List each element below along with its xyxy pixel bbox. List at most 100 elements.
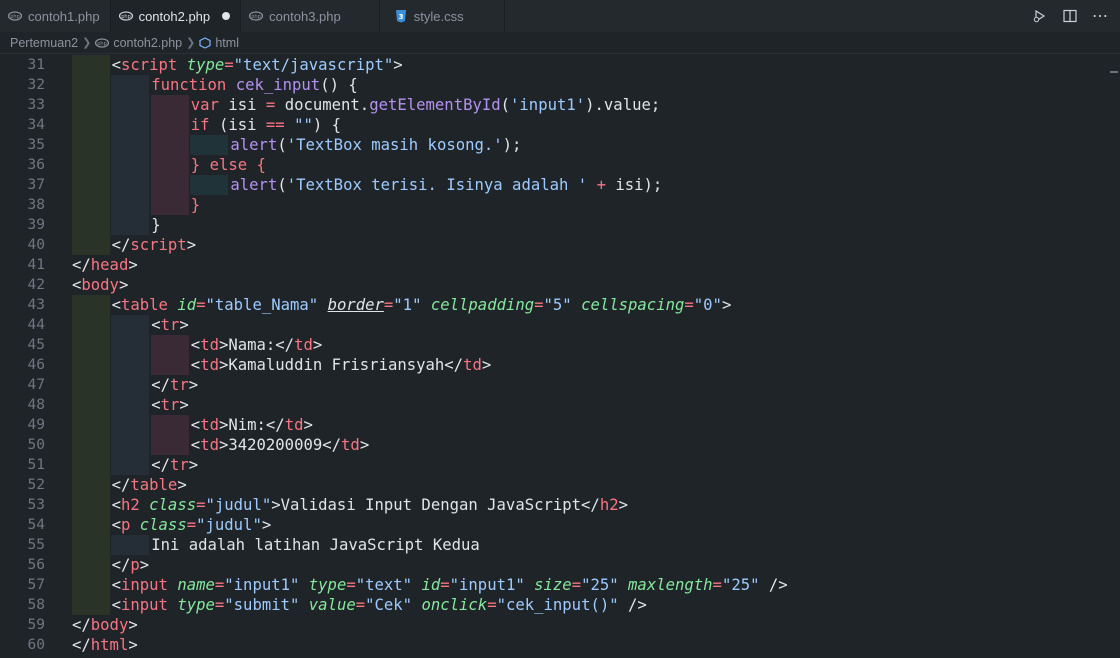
svg-text:php: php xyxy=(251,14,261,20)
tab-label: style.css xyxy=(413,8,464,24)
indent-guide xyxy=(111,395,149,415)
line-number: 52 xyxy=(27,477,45,493)
code-token: var xyxy=(190,96,219,114)
svg-text:php: php xyxy=(121,14,131,20)
code-line[interactable]: 58 <input type="submit" value="Cek" oncli… xyxy=(0,595,1110,615)
code-line[interactable]: 40 </script> xyxy=(0,235,1110,255)
code-line[interactable]: 54 <p class="judul"> xyxy=(0,515,1110,535)
code-token: "judul" xyxy=(205,496,272,514)
indent-guide xyxy=(72,315,110,335)
code-line[interactable]: 56 </p> xyxy=(0,555,1110,575)
code-text: <input type="submit" value="Cek" onclick… xyxy=(112,595,647,615)
code-token: ( xyxy=(277,136,287,154)
code-line[interactable]: 33 var isi = document.getElementById('inp… xyxy=(0,95,1110,115)
split-editor-icon[interactable] xyxy=(1062,8,1078,24)
breadcrumb-symbol[interactable]: html xyxy=(199,36,239,50)
code-line[interactable]: 47 </tr> xyxy=(0,375,1110,395)
code-token: td xyxy=(200,336,219,354)
code-line[interactable]: 38} xyxy=(0,195,1110,215)
code-line[interactable]: 44 <tr> xyxy=(0,315,1110,335)
code-token: = xyxy=(214,576,225,594)
code-token: tr xyxy=(160,396,180,414)
line-number: 59 xyxy=(27,617,45,633)
code-token: = xyxy=(487,596,497,614)
code-line[interactable]: 49 <td>Nim:</td> xyxy=(0,415,1110,435)
code-line[interactable]: 42 <body> xyxy=(0,275,1110,295)
code-text: function cek_input() { xyxy=(151,75,358,95)
code-text: <input name="input1" type="text" id="inp… xyxy=(112,575,788,595)
indent-guide xyxy=(111,215,149,235)
code-token: getElementById xyxy=(369,96,501,114)
indent-guide xyxy=(111,455,149,475)
code-text: </html> xyxy=(72,635,138,655)
modified-dot-icon[interactable] xyxy=(222,12,231,20)
code-token: td xyxy=(294,336,313,354)
code-token: table xyxy=(120,296,168,314)
code-token: = xyxy=(440,576,450,594)
breadcrumb-file[interactable]: php contoh2.php xyxy=(95,36,182,50)
code-line[interactable]: 60 </html> xyxy=(0,635,1110,655)
code-token: = xyxy=(224,56,234,74)
line-number: 33 xyxy=(27,97,45,113)
run-icon[interactable] xyxy=(1032,8,1048,24)
code-token: = xyxy=(265,96,276,114)
code-token: > xyxy=(188,456,199,474)
code-line[interactable]: 57 <input name="input1" type="text" id="i… xyxy=(0,575,1110,595)
tab-style-css[interactable]: 3 style.css xyxy=(379,0,505,32)
indent-guide xyxy=(72,495,110,515)
code-token: > xyxy=(481,356,492,374)
code-token: size xyxy=(534,576,572,594)
line-number: 37 xyxy=(27,177,45,193)
code-line[interactable]: 35 alert('TextBox masih kosong.'); xyxy=(0,135,1110,155)
code-token: id xyxy=(177,296,197,314)
code-token: > xyxy=(261,516,272,534)
code-token: </ xyxy=(151,376,170,394)
breadcrumb-folder[interactable]: Pertemuan2 xyxy=(10,36,78,50)
code-token: "25" xyxy=(721,576,760,594)
more-actions-icon[interactable]: ⋯ xyxy=(1092,8,1108,25)
svg-text:php: php xyxy=(10,14,20,20)
code-token: < xyxy=(111,496,121,514)
code-token: p xyxy=(120,516,131,534)
code-text: <tr> xyxy=(151,315,189,335)
code-token: </ xyxy=(72,256,91,274)
code-editor[interactable]: 31 <script type="text/javascript"> 32 funct… xyxy=(0,55,1120,658)
line-number: 47 xyxy=(27,377,45,393)
indent-guide xyxy=(72,355,110,375)
indent-guide xyxy=(72,555,110,575)
code-token: 'TextBox masih kosong.' xyxy=(286,136,503,154)
code-line[interactable]: 34 if (isi == "") { xyxy=(0,115,1110,135)
code-line[interactable]: 59 </body> xyxy=(0,615,1110,635)
code-token: input xyxy=(120,576,168,594)
code-line[interactable]: 55 Ini adalah latihan JavaScript Kedua xyxy=(0,535,1110,555)
indent-guide xyxy=(72,55,110,75)
code-line[interactable]: 32 function cek_input() { xyxy=(0,75,1110,95)
code-line[interactable]: 41 </head> xyxy=(0,255,1110,275)
code-line[interactable]: 50 <td>3420200009</td> xyxy=(0,435,1110,455)
code-token: tr xyxy=(169,376,189,394)
code-line[interactable]: 31 <script type="text/javascript"> xyxy=(0,55,1110,75)
indent-guide xyxy=(111,175,149,195)
code-line[interactable]: 51 </tr> xyxy=(0,455,1110,475)
code-line[interactable]: 46 <td>Kamaluddin Frisriansyah</td> xyxy=(0,355,1110,375)
code-token: = xyxy=(571,576,582,594)
code-line[interactable]: 48 <tr> xyxy=(0,395,1110,415)
code-line[interactable]: 43 <table id="table_Nama" border="1" cell… xyxy=(0,295,1110,315)
tab-contoh1[interactable]: php contoh1.php xyxy=(0,0,111,32)
indent-guide xyxy=(72,535,110,555)
tab-contoh3[interactable]: php contoh3.php xyxy=(241,0,380,32)
code-line[interactable]: 52 </table> xyxy=(0,475,1110,495)
code-line[interactable]: 36} else { xyxy=(0,155,1110,175)
code-line[interactable]: 37 alert('TextBox terisi. Isinya adalah '… xyxy=(0,175,1110,195)
code-token: type xyxy=(308,576,347,594)
indent-guide xyxy=(72,95,110,115)
code-token: html xyxy=(90,636,129,654)
code-line[interactable]: 53 <h2 class="judul">Validasi Input Denga… xyxy=(0,495,1110,515)
tab-contoh2[interactable]: php contoh2.php xyxy=(110,0,242,32)
code-line[interactable]: 39} xyxy=(0,215,1110,235)
code-line[interactable]: 45 <td>Nama:</td> xyxy=(0,335,1110,355)
code-token: table xyxy=(130,476,178,494)
code-text: </body> xyxy=(72,615,138,635)
